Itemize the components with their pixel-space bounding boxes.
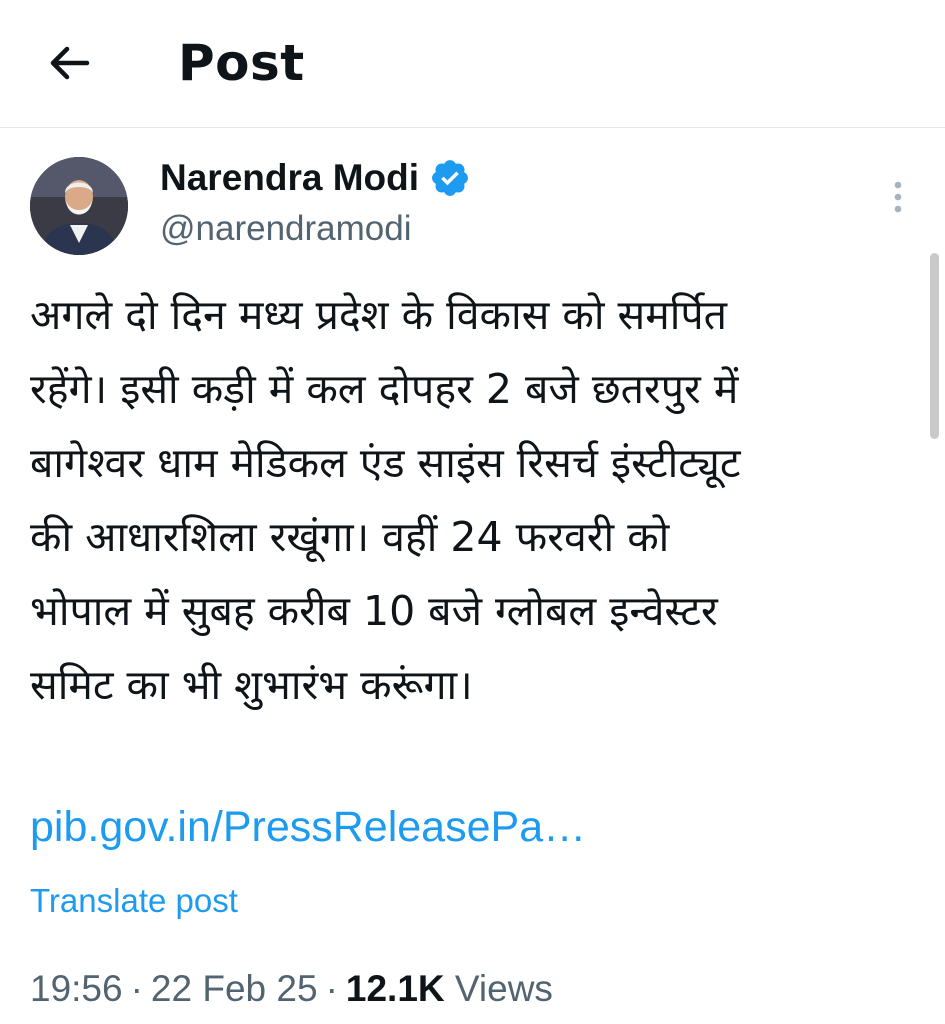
meta-separator: ·	[130, 968, 143, 1009]
scrollbar[interactable]	[930, 253, 939, 439]
post-link[interactable]: pib.gov.in/PressReleasePa…	[30, 796, 586, 858]
more-options-button[interactable]	[876, 172, 920, 222]
more-vertical-icon	[894, 181, 902, 213]
author-handle[interactable]: @narendramodi	[160, 205, 412, 253]
translate-post-button[interactable]: Translate post	[30, 878, 238, 924]
post-text-line: बागेश्वर धाम मेडिकल एंड साइंस रिसर्च इंस…	[30, 439, 741, 487]
post-time[interactable]: 19:56	[30, 968, 123, 1009]
meta-separator: ·	[325, 968, 338, 1009]
post-meta: 19:56 · 22 Feb 25 · 12.1K Views	[30, 962, 553, 1016]
arrow-left-icon	[50, 46, 90, 80]
author-name[interactable]: Narendra Modi	[160, 152, 471, 204]
post-date[interactable]: 22 Feb 25	[151, 968, 318, 1009]
back-button[interactable]	[36, 30, 102, 96]
post-detail-screen: Post Narendra Modi @narendramodi अगले दो…	[0, 0, 945, 1024]
author-name-text: Narendra Modi	[160, 157, 420, 198]
views-label: Views	[454, 968, 553, 1009]
post-text-line: की आधारशिला रखूंगा। वहीं 24 फरवरी को	[30, 513, 670, 561]
page-title: Post	[178, 34, 305, 92]
post-text: अगले दो दिन मध्य प्रदेश के विकास को समर्…	[30, 278, 910, 722]
post-text-line: समिट का भी शुभारंभ करूंगा।	[30, 661, 473, 709]
post-text-line: रहेंगे। इसी कड़ी में कल दोपहर 2 बजे छतरप…	[30, 365, 739, 413]
top-bar: Post	[0, 0, 945, 128]
avatar[interactable]	[30, 157, 128, 255]
verified-badge-icon	[432, 160, 468, 196]
post-text-line: भोपाल में सुबह करीब 10 बजे ग्लोबल इन्वेस…	[30, 587, 718, 635]
views-count[interactable]: 12.1K	[346, 968, 445, 1009]
post-text-line: अगले दो दिन मध्य प्रदेश के विकास को समर्…	[30, 291, 728, 339]
profile-photo	[30, 157, 128, 255]
